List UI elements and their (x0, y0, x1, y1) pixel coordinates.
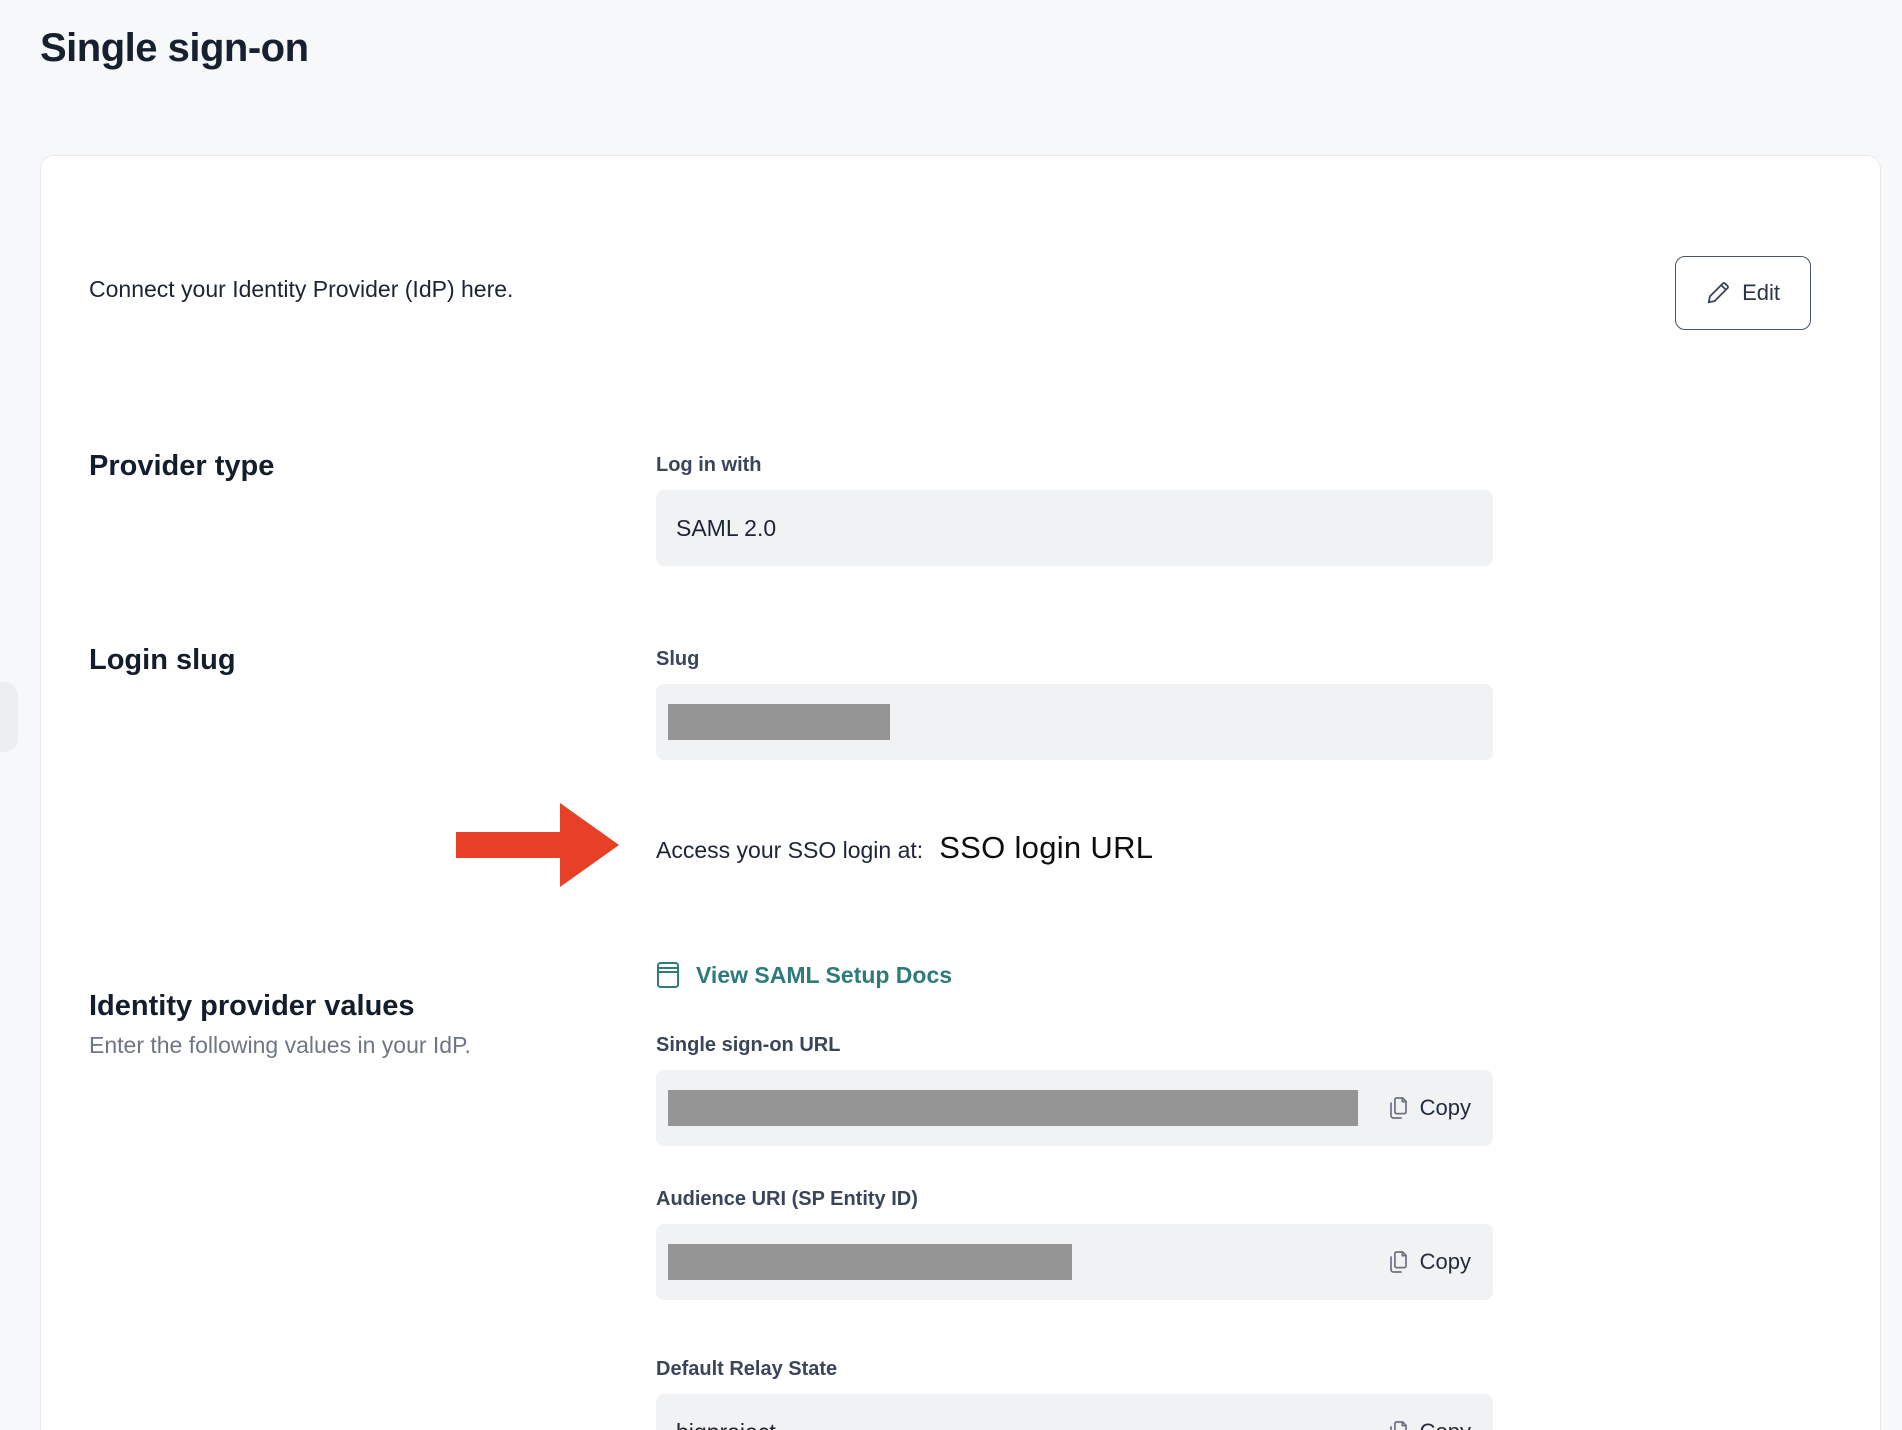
idp-values-heading: Identity provider values (89, 988, 656, 1024)
audience-uri-group: Audience URI (SP Entity ID) Copy (656, 1186, 1493, 1300)
idp-values-section: Identity provider values Enter the follo… (89, 960, 1832, 1430)
sso-url-label: Single sign-on URL (656, 1032, 1493, 1058)
copy-icon (1388, 1250, 1408, 1274)
saml-docs-link-label: View SAML Setup Docs (696, 962, 952, 989)
relay-state-value: bigproject (676, 1419, 776, 1430)
sso-url-copy-button[interactable]: Copy (1388, 1089, 1471, 1127)
sso-url-field[interactable]: Copy (656, 1070, 1493, 1146)
relay-state-copy-button[interactable]: Copy (1388, 1413, 1471, 1430)
docs-icon (656, 961, 680, 989)
login-slug-heading: Login slug (89, 642, 656, 678)
sso-login-url-link[interactable]: SSO login URL (939, 830, 1153, 866)
idp-values-subheading: Enter the following values in your IdP. (89, 1032, 656, 1059)
provider-type-heading: Provider type (89, 448, 656, 484)
slug-redacted-value (668, 704, 890, 740)
left-edge-handle[interactable] (0, 682, 18, 752)
pencil-icon (1706, 281, 1730, 305)
slug-field[interactable] (656, 684, 1493, 760)
copy-button-label: Copy (1420, 1419, 1471, 1430)
login-slug-left: Login slug (89, 642, 656, 760)
audience-uri-redacted-value (668, 1244, 1072, 1280)
provider-type-right: Log in with SAML 2.0 (656, 448, 1493, 566)
sso-settings-card: Connect your Identity Provider (IdP) her… (40, 155, 1881, 1430)
sso-access-row: Access your SSO login at: SSO login URL (89, 830, 1832, 860)
relay-state-field[interactable]: bigproject Copy (656, 1394, 1493, 1430)
sso-url-group: Single sign-on URL Copy (656, 1032, 1493, 1146)
relay-state-label: Default Relay State (656, 1356, 1493, 1382)
audience-uri-copy-button[interactable]: Copy (1388, 1243, 1471, 1281)
page-title: Single sign-on (40, 26, 1902, 71)
relay-state-group: Default Relay State bigproject Copy (656, 1356, 1493, 1430)
saml-docs-link[interactable]: View SAML Setup Docs (656, 960, 952, 990)
login-with-value: SAML 2.0 (676, 515, 776, 542)
audience-uri-field[interactable]: Copy (656, 1224, 1493, 1300)
edit-button[interactable]: Edit (1675, 256, 1811, 330)
copy-icon (1388, 1096, 1408, 1120)
intro-row: Connect your Identity Provider (IdP) her… (89, 256, 1832, 330)
copy-button-label: Copy (1420, 1249, 1471, 1275)
edit-button-label: Edit (1742, 280, 1780, 306)
login-with-field[interactable]: SAML 2.0 (656, 490, 1493, 566)
provider-type-left: Provider type (89, 448, 656, 566)
idp-values-right: View SAML Setup Docs Single sign-on URL (656, 960, 1493, 1430)
sso-url-redacted-value (668, 1090, 1358, 1126)
slug-label: Slug (656, 646, 1493, 672)
red-arrow-right-icon (456, 803, 619, 887)
login-slug-section: Login slug Slug (89, 642, 1832, 760)
provider-type-section: Provider type Log in with SAML 2.0 (89, 448, 1832, 566)
intro-text: Connect your Identity Provider (IdP) her… (89, 276, 513, 303)
copy-icon (1388, 1420, 1408, 1430)
copy-button-label: Copy (1420, 1095, 1471, 1121)
access-login-text: Access your SSO login at: (656, 835, 923, 865)
login-with-label: Log in with (656, 452, 1493, 478)
login-slug-right: Slug (656, 642, 1493, 760)
audience-uri-label: Audience URI (SP Entity ID) (656, 1186, 1493, 1212)
idp-values-left: Identity provider values Enter the follo… (89, 960, 656, 1430)
